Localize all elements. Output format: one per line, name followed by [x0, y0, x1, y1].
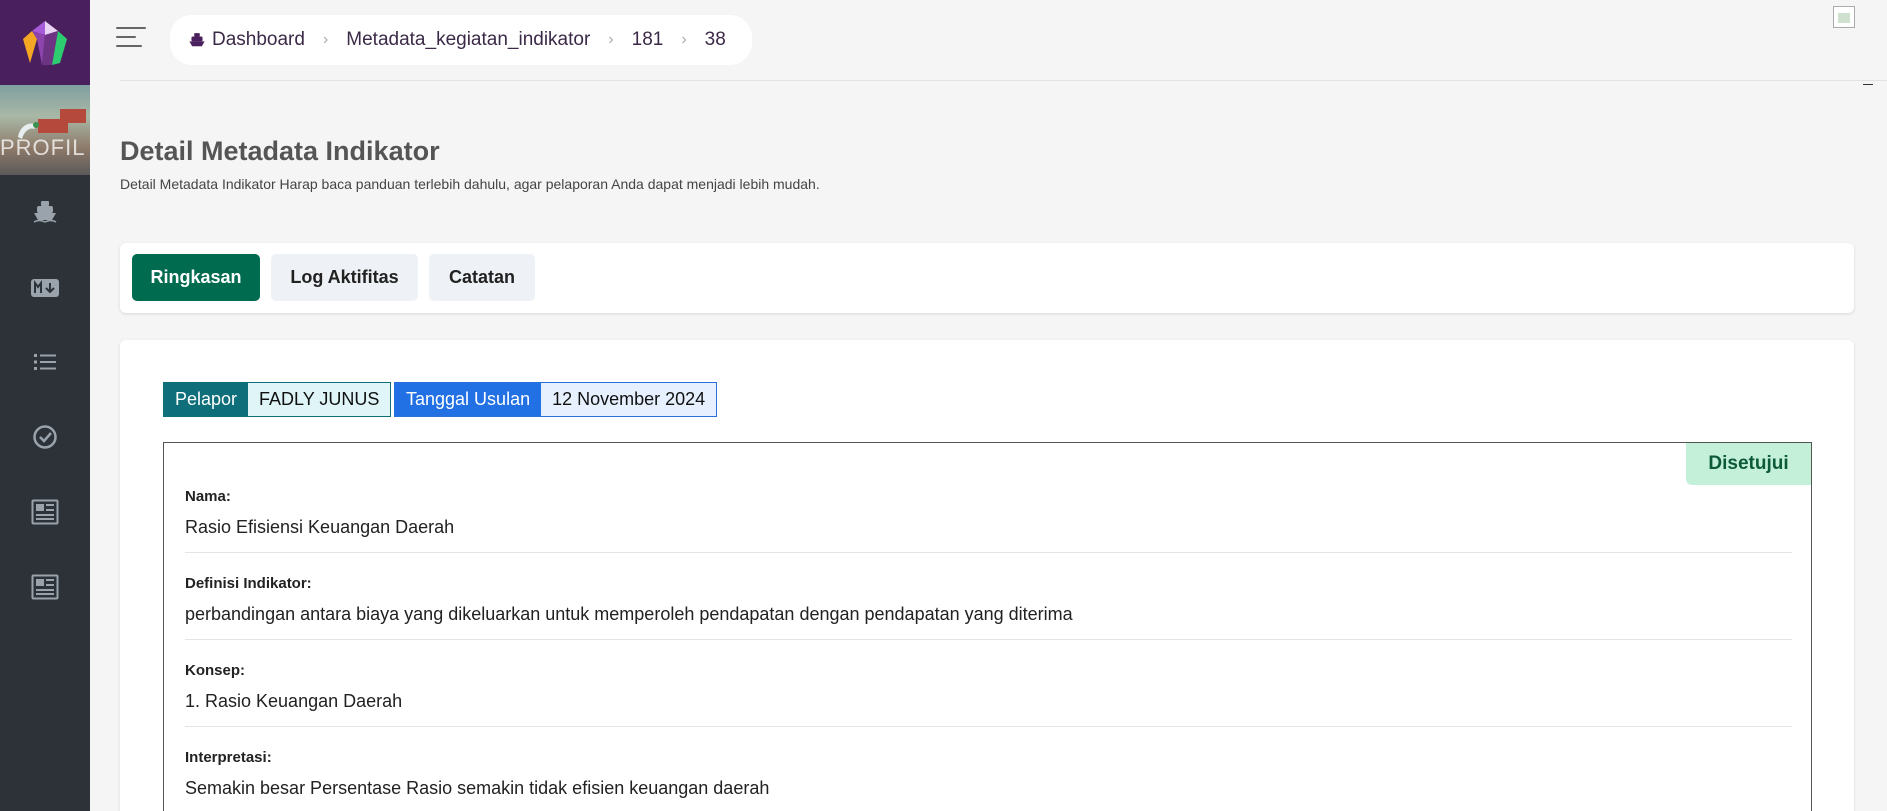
banner-text: PROFIL: [0, 135, 86, 160]
newspaper-icon: [31, 574, 59, 600]
sidebar-item-markdown[interactable]: [0, 268, 90, 308]
ship-icon: [33, 201, 57, 223]
chevron-right-icon: ›: [322, 31, 329, 48]
header-divider: [120, 80, 1887, 81]
user-avatar[interactable]: [1833, 6, 1855, 28]
reporter-badge: Pelapor FADLY JUNUS: [163, 382, 392, 417]
date-badge: Tanggal Usulan 12 November 2024: [394, 382, 718, 417]
list-icon: [34, 354, 56, 370]
tab-log-aktifitas[interactable]: Log Aktifitas: [271, 254, 418, 301]
metadata-detail-box: Disetujui Nama: Rasio Efisiensi Keuangan…: [163, 442, 1812, 811]
tab-ringkasan[interactable]: Ringkasan: [132, 254, 260, 301]
breadcrumb-label: Dashboard: [212, 29, 305, 50]
reporter-label: Pelapor: [164, 383, 249, 416]
breadcrumb-metadata[interactable]: Metadata_kegiatan_indikator: [346, 29, 590, 51]
newspaper-icon: [31, 499, 59, 525]
sidebar-item-report-1[interactable]: [0, 492, 90, 532]
date-value: 12 November 2024: [541, 383, 717, 416]
field-konsep: Konsep: 1. Rasio Keuangan Daerah: [185, 662, 1792, 727]
field-label: Interpretasi:: [185, 749, 272, 766]
field-label: Definisi Indikator:: [185, 575, 312, 592]
field-definisi: Definisi Indikator: perbandingan antara …: [185, 575, 1792, 640]
date-label: Tanggal Usulan: [395, 383, 542, 416]
sidebar-item-list[interactable]: [0, 342, 90, 382]
tab-catatan[interactable]: Catatan: [429, 254, 535, 301]
app-logo[interactable]: [0, 0, 90, 85]
divider: [1863, 84, 1873, 85]
breadcrumb-dashboard[interactable]: Dashboard: [188, 29, 305, 51]
field-value: Rasio Efisiensi Keuangan Daerah: [185, 517, 455, 537]
chevron-right-icon: ›: [608, 31, 614, 48]
chevron-right-icon: ›: [681, 31, 687, 48]
breadcrumb-label: 181: [631, 29, 664, 50]
breadcrumb-label: 38: [704, 29, 726, 50]
divider: [185, 726, 1792, 727]
check-circle-icon: [33, 425, 57, 449]
reporter-value: FADLY JUNUS: [248, 383, 391, 416]
sidebar-item-dashboard[interactable]: [0, 191, 90, 231]
markdown-icon: [31, 279, 59, 297]
ship-icon: [189, 33, 205, 47]
page-subtitle: Detail Metadata Indikator Harap baca pan…: [120, 176, 820, 192]
field-value: perbandingan antara biaya yang dikeluark…: [185, 604, 1073, 624]
status-badge: Disetujui: [1686, 443, 1811, 485]
crystal-logo-icon: [23, 20, 67, 65]
field-value: Semakin besar Persentase Rasio semakin t…: [185, 778, 770, 798]
field-label: Nama:: [185, 488, 231, 505]
field-interpretasi: Interpretasi: Semakin besar Persentase R…: [185, 749, 1792, 799]
field-nama: Nama: Rasio Efisiensi Keuangan Daerah: [185, 488, 1792, 553]
sidebar-item-approval[interactable]: [0, 417, 90, 457]
divider: [185, 552, 1792, 553]
breadcrumb-id-181[interactable]: 181: [632, 29, 664, 51]
sidebar: PROFIL: [0, 0, 90, 811]
breadcrumb: Dashboard › Metadata_kegiatan_indikator …: [170, 15, 752, 65]
sidebar-item-report-2[interactable]: [0, 567, 90, 607]
divider: [185, 639, 1792, 640]
menu-toggle-icon[interactable]: [116, 27, 148, 49]
profil-banner: PROFIL: [0, 85, 90, 175]
breadcrumb-id-38: 38: [705, 29, 726, 51]
field-label: Konsep:: [185, 662, 245, 679]
breadcrumb-label: Metadata_kegiatan_indikator: [346, 29, 591, 50]
field-value: 1. Rasio Keuangan Daerah: [185, 691, 403, 711]
tabs-card: Ringkasan Log Aktifitas Catatan: [120, 243, 1854, 313]
page-title: Detail Metadata Indikator: [120, 136, 440, 166]
